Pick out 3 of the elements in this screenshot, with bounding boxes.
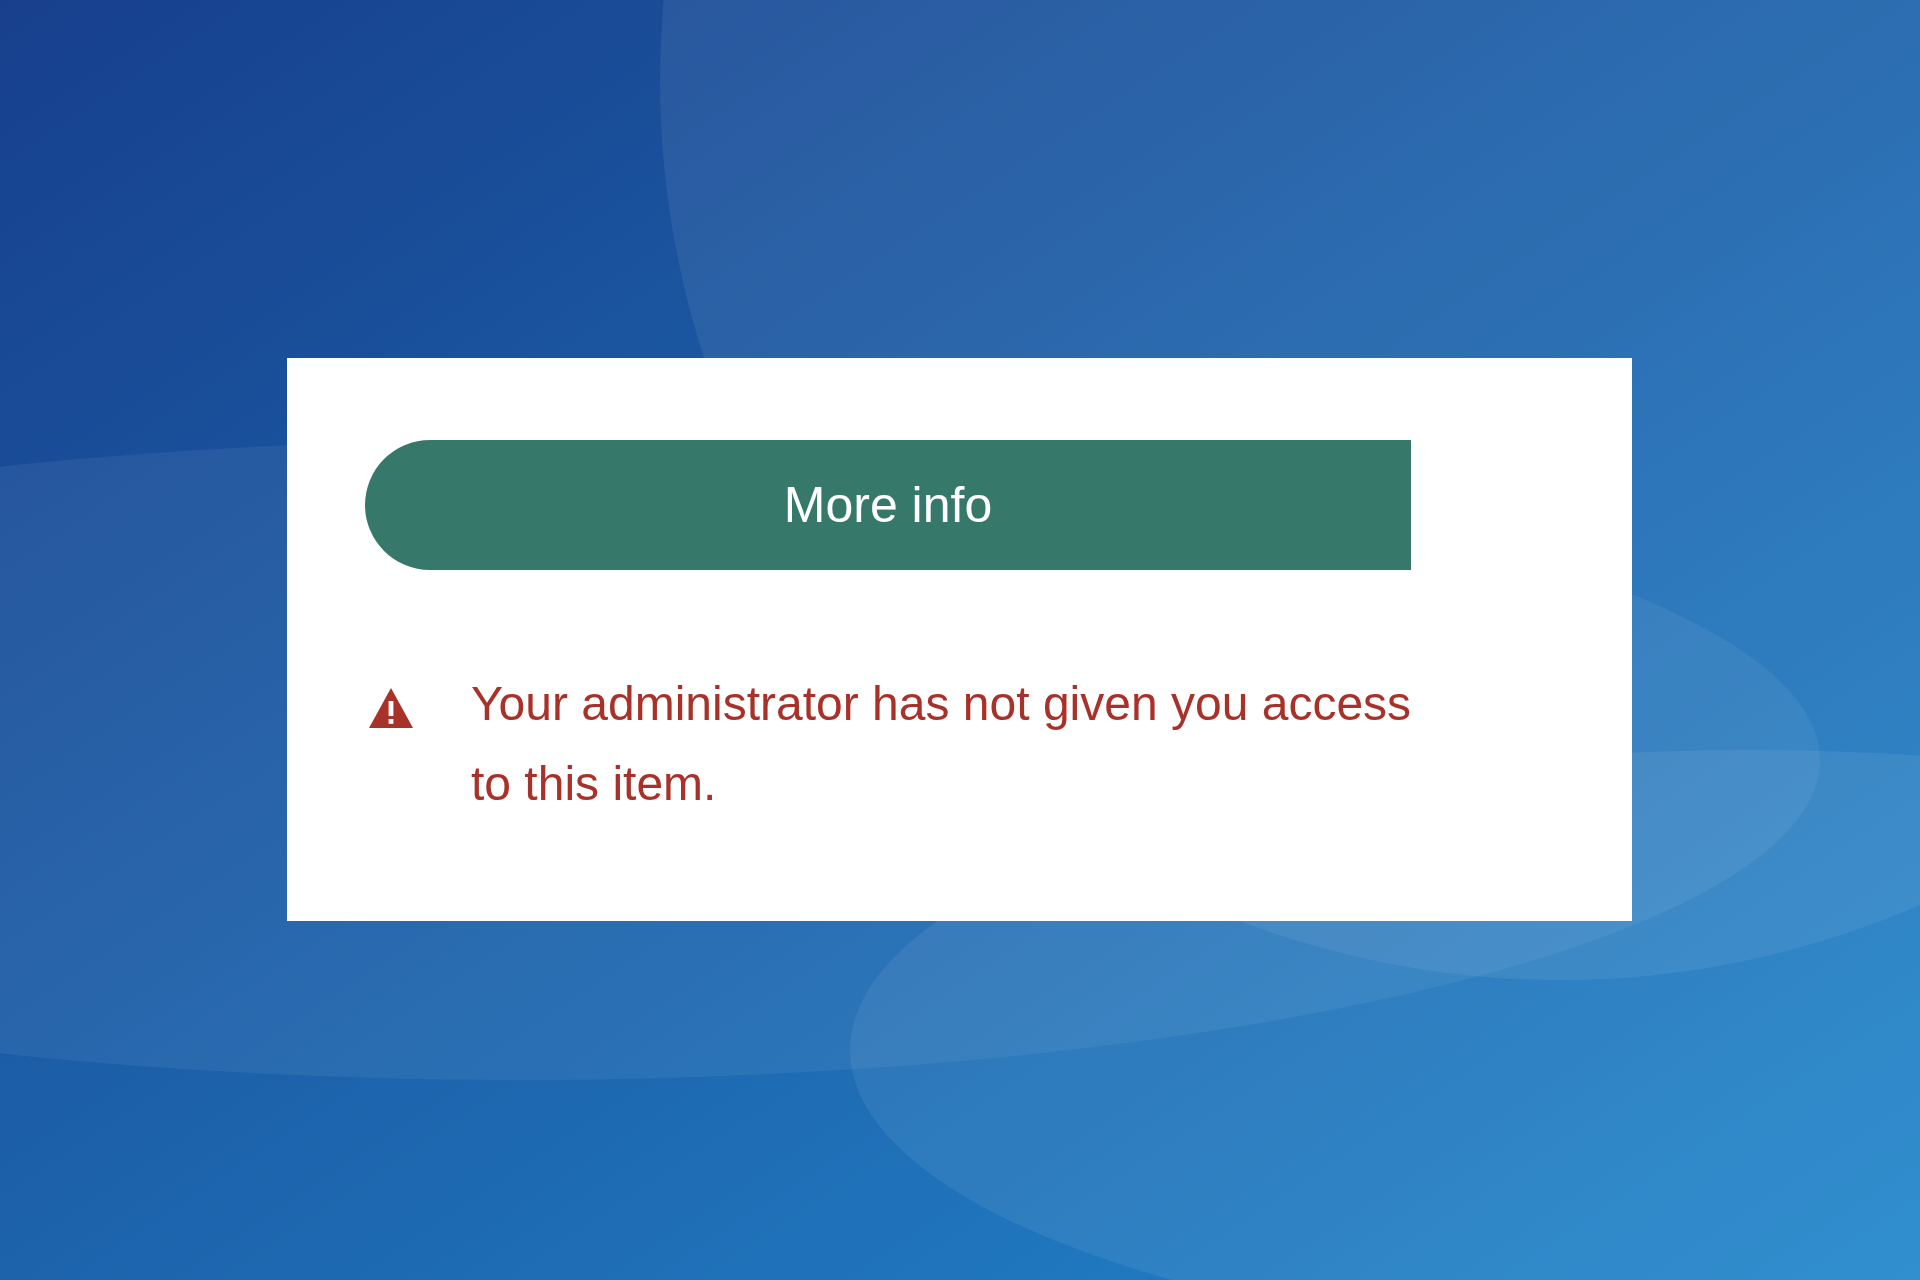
more-info-button[interactable]: More info bbox=[365, 440, 1411, 570]
warning-message: Your administrator has not given you access to this item. bbox=[471, 676, 1413, 812]
warning-icon bbox=[367, 686, 415, 730]
